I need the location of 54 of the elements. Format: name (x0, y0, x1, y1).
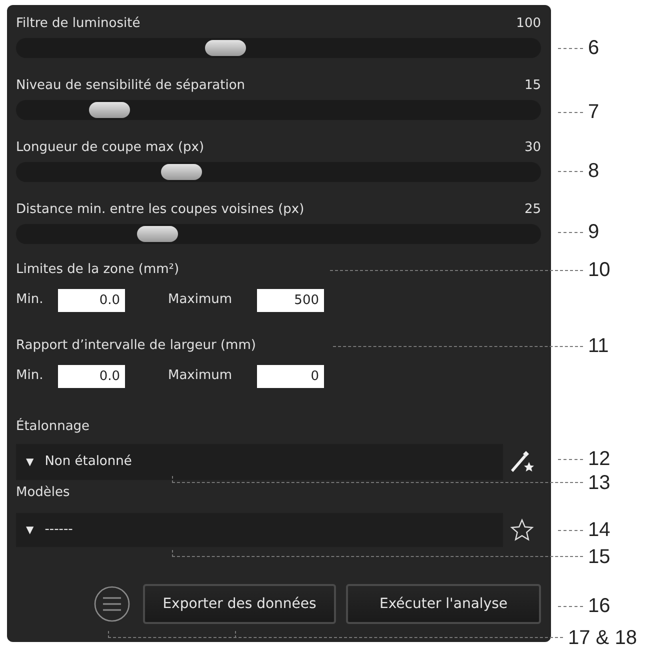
slider-thumb[interactable] (137, 226, 178, 242)
callout-number: 12 (588, 449, 610, 469)
export-button[interactable]: Exporter des données (143, 584, 336, 624)
callout-number: 16 (588, 596, 610, 616)
slider-label: Niveau de sensibilité de séparation (16, 77, 246, 96)
min-label: Min. (16, 291, 44, 310)
magic-wand-icon[interactable] (509, 450, 535, 474)
models-dropdown[interactable]: ▼ ------ (16, 513, 503, 547)
dropdown-value: Non étalonné (44, 453, 132, 472)
range-label: Rapport d’intervalle de largeur (mm) (16, 337, 256, 356)
callout-number: 11 (588, 336, 609, 356)
slider-label: Filtre de luminosité (16, 15, 140, 34)
min-field[interactable]: 0.0 (58, 288, 125, 312)
menu-icon[interactable] (94, 586, 130, 622)
calibration-dropdown[interactable]: ▼ Non étalonné (16, 444, 503, 480)
callout-number: 15 (588, 547, 610, 567)
leader-line (558, 171, 583, 172)
max-field[interactable]: 500 (257, 288, 324, 312)
leader-line (558, 48, 583, 49)
callout-number: 17 & 18 (568, 628, 637, 647)
min-field[interactable]: 0.0 (58, 364, 125, 388)
caret-icon: ▼ (26, 522, 34, 538)
leader-line (558, 606, 583, 607)
slider-value: 15 (524, 77, 541, 96)
slider-value: 25 (524, 201, 541, 220)
max-label: Maximum (168, 291, 234, 310)
callout-number: 14 (588, 520, 610, 540)
slider-thumb[interactable] (88, 102, 130, 118)
min-label: Min. (16, 367, 44, 386)
slider-value: 100 (516, 15, 541, 34)
callout-number: 8 (588, 161, 600, 181)
star-icon[interactable] (510, 518, 534, 542)
section-label: Modèles (16, 484, 70, 502)
callout-number: 6 (588, 38, 600, 58)
range-label: Limites de la zone (mm²) (16, 261, 180, 280)
leader-line (558, 530, 583, 531)
max-label: Maximum (168, 367, 234, 386)
section-label: Étalonnage (16, 417, 90, 436)
slider-value: 30 (524, 139, 541, 158)
slider-thumb[interactable] (161, 164, 202, 180)
caret-icon: ▼ (26, 454, 34, 470)
dropdown-value: ------ (44, 521, 73, 540)
callout-number: 13 (588, 473, 610, 493)
leader-line (558, 112, 583, 113)
slider-label: Longueur de coupe max (px) (16, 139, 204, 158)
slider-thumb[interactable] (204, 40, 246, 56)
leader-line (558, 232, 583, 233)
run-button[interactable]: Exécuter l'analyse (346, 584, 541, 624)
callout-number: 10 (588, 260, 610, 280)
leader-line (558, 459, 583, 460)
max-field[interactable]: 0 (257, 364, 324, 388)
slider-label: Distance min. entre les coupes voisines (px) (16, 201, 304, 220)
callout-number: 7 (588, 102, 600, 122)
callout-number: 9 (588, 222, 600, 242)
